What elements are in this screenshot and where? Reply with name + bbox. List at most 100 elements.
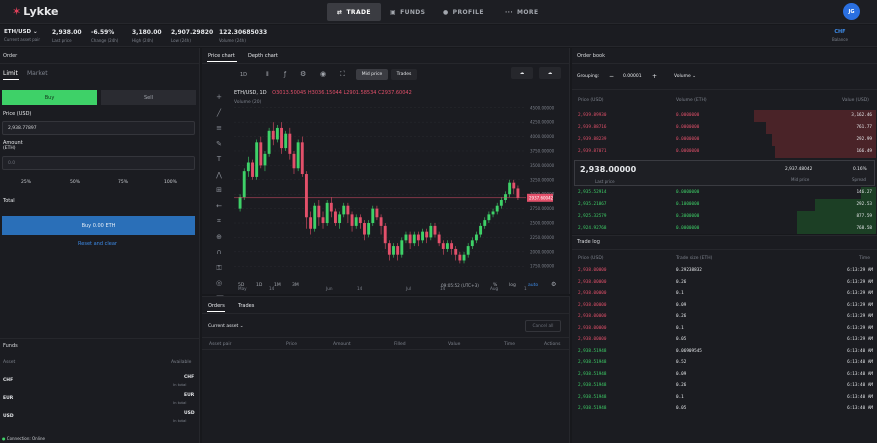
gear-icon[interactable]: ⚙: [551, 281, 556, 288]
submit-buy-button[interactable]: Buy 0.00 ETH: [2, 216, 195, 235]
candle-body: [280, 127, 283, 149]
ob-price: 2,935.21867: [578, 202, 607, 207]
tab-market[interactable]: Market: [27, 70, 48, 77]
pct-25-button[interactable]: 25%: [21, 180, 31, 185]
nav-trade-button[interactable]: ⇄ TRADE: [327, 3, 381, 21]
funds-row[interactable]: USD USD In total: [0, 410, 200, 426]
lykke-logo[interactable]: ✶ Lykke: [12, 5, 58, 18]
trade-row: 2,938.51948 0.52 6:13:40 AM: [572, 357, 877, 368]
orderbook-row[interactable]: 2,939.89930 0.0000000 3,162.46: [572, 110, 876, 122]
text-tool-icon[interactable]: T: [212, 152, 226, 168]
grouping-plus-button[interactable]: +: [652, 73, 657, 80]
avatar[interactable]: JG: [843, 3, 860, 20]
trade-size: 0.05: [676, 337, 687, 342]
total-label: Total: [3, 198, 15, 204]
divider: [0, 63, 200, 64]
measure-icon[interactable]: ⊞: [212, 183, 226, 199]
range-5d[interactable]: 5D: [238, 283, 244, 288]
candle-body: [363, 223, 366, 235]
lock-icon[interactable]: ⚿: [212, 261, 226, 277]
camera-icon[interactable]: ◉: [320, 70, 326, 78]
range-1m[interactable]: 1M: [274, 283, 281, 288]
percent-toggle[interactable]: %: [493, 283, 497, 288]
indicators-icon[interactable]: ƒ: [284, 71, 286, 78]
col-price: Price: [286, 342, 297, 347]
ob-last-price-label: Last price: [595, 179, 615, 184]
pattern-icon[interactable]: ⋀: [212, 168, 226, 184]
trade-row: 2,938.51948 0.26 6:13:40 AM: [572, 380, 877, 391]
interval-select[interactable]: 1D: [240, 72, 247, 78]
pair-selector[interactable]: ETH/USD ⌄ Current asset pair: [4, 29, 40, 42]
tab-orders[interactable]: Orders: [208, 303, 225, 309]
tab-trades[interactable]: Trades: [238, 303, 254, 309]
fib-icon[interactable]: ≡: [212, 121, 226, 137]
orderbook-row[interactable]: 2,924.92768 0.0000000 768.58: [572, 223, 876, 234]
orderbook-row[interactable]: 2,925.32579 0.3000000 877.59: [572, 211, 876, 223]
ruler-icon[interactable]: ⌗: [212, 214, 226, 230]
asset-filter[interactable]: Current asset ⌄: [208, 324, 244, 329]
auto-toggle[interactable]: auto: [528, 283, 538, 288]
orderbook-row[interactable]: 2,939.88239 0.0000000 292.99: [572, 134, 876, 146]
grouping-minus-button[interactable]: −: [609, 73, 614, 80]
orderbook-row[interactable]: 2,939.88716 0.0000000 761.77: [572, 122, 876, 134]
ob-price: 2,925.32579: [578, 214, 607, 219]
log-toggle[interactable]: log: [509, 283, 516, 288]
candle-body: [255, 142, 259, 177]
funds-row[interactable]: EUR EUR In total: [0, 392, 200, 408]
range-3m[interactable]: 3M: [292, 283, 299, 288]
candles-icon[interactable]: ⫴: [266, 71, 269, 79]
trade-size: 0.1: [676, 325, 684, 331]
zoom-icon[interactable]: ⊕: [212, 230, 226, 246]
trend-line-icon[interactable]: ╱: [212, 106, 226, 122]
mid-price-toggle[interactable]: Mid price: [356, 69, 388, 80]
buy-toggle-button[interactable]: Buy: [2, 90, 97, 105]
cloud-save-icon[interactable]: ☁: [511, 67, 533, 79]
back-arrow-icon[interactable]: ←: [212, 199, 226, 215]
last-price-label: Last price: [52, 38, 72, 43]
magnet-icon[interactable]: ∩: [212, 245, 226, 261]
orderbook-row[interactable]: 2,935.52914 0.0000000 146.27: [572, 187, 876, 199]
ob-col-price: Price (USD): [578, 98, 604, 103]
fullscreen-icon[interactable]: ⛶: [340, 70, 345, 79]
chevron-down-icon: ⌄: [692, 74, 696, 79]
price-input[interactable]: 2,938.77897: [2, 121, 195, 135]
pct-100-button[interactable]: 100%: [164, 180, 177, 185]
orderbook-row[interactable]: 2,939.87071 0.0000000 166.49: [572, 146, 876, 158]
sell-toggle-button[interactable]: Sell: [101, 90, 196, 105]
funds-row[interactable]: CHF CHF In total: [0, 374, 200, 390]
brush-icon[interactable]: ✎: [212, 137, 226, 153]
tab-depth-chart[interactable]: Depth chart: [248, 53, 278, 59]
balance-stat[interactable]: CHF Balance: [832, 29, 848, 42]
tab-price-chart[interactable]: Price chart: [208, 53, 235, 59]
candle-body: [263, 153, 267, 166]
amount-input[interactable]: 0.0: [2, 156, 195, 170]
tab-orders-underline: [207, 311, 225, 312]
candle-body: [242, 171, 246, 198]
candle-body: [421, 231, 424, 241]
cancel-all-button[interactable]: Cancel all: [525, 320, 561, 332]
nav-funds-button[interactable]: ▣ FUNDS: [380, 3, 435, 21]
gear-icon[interactable]: ⚙: [300, 70, 306, 78]
bids-list: 2,935.52914 0.0000000 146.27 2,935.21867…: [572, 187, 877, 234]
crosshair-icon[interactable]: +: [212, 90, 226, 106]
trade-time: 6:13:40 AM: [847, 360, 873, 365]
pct-75-button[interactable]: 75%: [118, 180, 128, 185]
funds-in-total: In total: [173, 418, 187, 423]
trade-time: 6:13:40 AM: [847, 348, 873, 354]
ob-value: 768.58: [856, 226, 872, 231]
nav-more-button[interactable]: ··· MORE: [495, 3, 548, 21]
range-1d[interactable]: 1D: [256, 283, 262, 288]
trade-size: 0.26: [676, 314, 687, 319]
high-label: High (24h): [132, 38, 154, 43]
reset-link[interactable]: Reset and clear: [0, 241, 195, 247]
trades-toggle[interactable]: Trades: [391, 69, 417, 80]
tab-limit[interactable]: Limit: [3, 70, 18, 77]
candle-body: [504, 194, 507, 200]
volume-select[interactable]: Volume ⌄: [674, 74, 696, 79]
orderbook-row[interactable]: 2,935.21867 0.1000000 292.53: [572, 199, 876, 211]
cloud-load-icon[interactable]: ☁: [539, 67, 561, 79]
nav-profile-button[interactable]: ● PROFILE: [433, 3, 494, 21]
pct-50-button[interactable]: 50%: [70, 180, 80, 185]
candle-body: [441, 243, 445, 249]
candle-body: [404, 234, 408, 241]
